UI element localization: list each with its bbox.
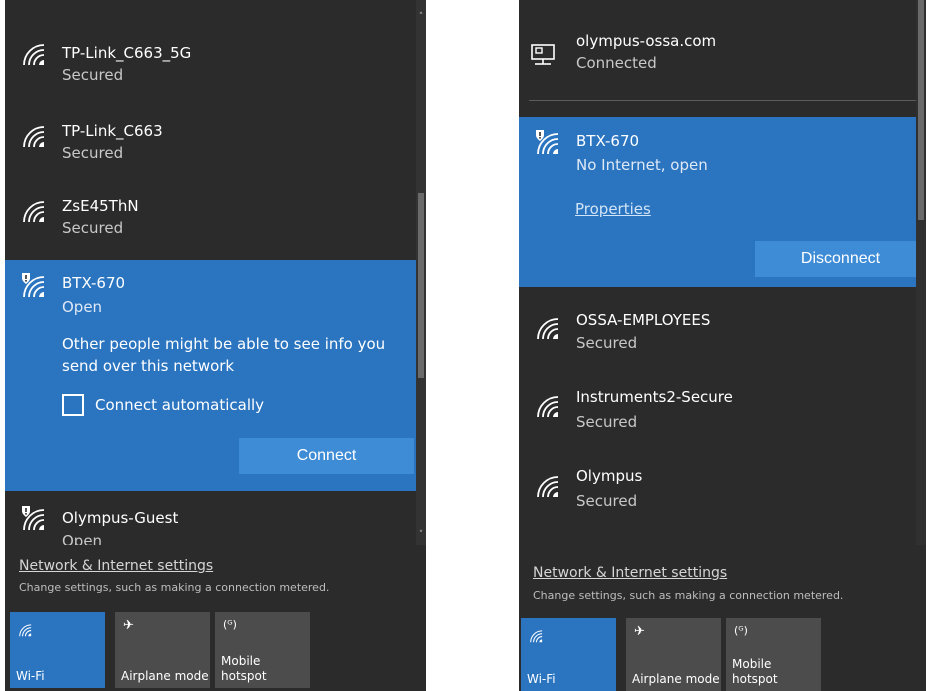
network-list: olympus-ossa.com Connected BTX-670 No In… xyxy=(519,0,926,545)
network-status: Open xyxy=(62,298,103,316)
network-name: TP-Link_C663_5G xyxy=(62,44,192,62)
quick-action-mobile-hotspot[interactable]: (ᴳ) Mobile hotspot xyxy=(215,612,310,688)
quick-action-label: Mobile hotspot xyxy=(732,657,778,686)
hotspot-icon: (ᴳ) xyxy=(734,624,748,637)
connect-automatically-checkbox[interactable] xyxy=(62,394,84,416)
wifi-icon xyxy=(535,392,563,420)
scrollbar[interactable]: ˄ ˅ xyxy=(416,0,426,545)
scroll-up-icon[interactable]: ˄ xyxy=(416,12,426,22)
quick-action-airplane-mode[interactable]: ✈ Airplane mode xyxy=(115,612,210,688)
network-list: TP-Link_C663_5G Secured TP-Link_C663 Sec… xyxy=(5,0,426,545)
network-name: BTX-670 xyxy=(576,132,640,150)
network-item-selected[interactable]: BTX-670 Open Other people might be able … xyxy=(5,260,426,491)
scroll-down-icon[interactable]: ˅ xyxy=(416,530,426,540)
wifi-unsecured-icon xyxy=(21,505,49,533)
network-name: OSSA-EMPLOYEES xyxy=(576,311,711,329)
network-name: BTX-670 xyxy=(62,274,126,292)
wifi-icon xyxy=(529,628,545,644)
network-settings-link[interactable]: Network & Internet settings xyxy=(19,558,213,574)
ethernet-icon xyxy=(529,42,557,70)
airplane-icon: ✈ xyxy=(634,624,645,639)
network-name: TP-Link_C663 xyxy=(62,122,163,140)
wifi-icon xyxy=(535,314,563,342)
quick-action-wifi[interactable]: Wi-Fi xyxy=(521,618,616,691)
quick-action-airplane-mode[interactable]: ✈ Airplane mode xyxy=(626,618,721,691)
quick-action-label: Wi-Fi xyxy=(16,669,45,683)
quick-action-label: Airplane mode xyxy=(121,669,209,683)
quick-action-mobile-hotspot[interactable]: (ᴳ) Mobile hotspot xyxy=(726,618,821,691)
wifi-icon xyxy=(21,197,49,225)
network-item[interactable]: Olympus-Guest Open xyxy=(5,491,426,545)
network-item[interactable]: Instruments2-Secure Secured xyxy=(519,378,926,453)
network-name: olympus-ossa.com xyxy=(576,32,717,50)
wifi-unsecured-icon xyxy=(535,129,563,157)
wired-connection-item[interactable]: olympus-ossa.com Connected xyxy=(519,0,926,100)
network-status: Secured xyxy=(62,66,124,84)
airplane-icon: ✈ xyxy=(123,618,134,633)
wifi-icon xyxy=(18,622,34,638)
wifi-icon xyxy=(535,472,563,500)
network-item[interactable]: TP-Link_C663_5G Secured xyxy=(5,0,426,85)
network-status: Secured xyxy=(576,492,638,510)
network-item-selected[interactable]: BTX-670 No Internet, open Properties Dis… xyxy=(519,117,926,287)
network-name: Olympus-Guest xyxy=(62,509,179,527)
network-name: ZsE45ThN xyxy=(62,197,139,215)
properties-link[interactable]: Properties xyxy=(575,200,651,218)
network-settings-link[interactable]: Network & Internet settings xyxy=(533,565,727,581)
network-name: Instruments2-Secure xyxy=(576,388,733,406)
network-status: Open xyxy=(62,532,103,545)
quick-action-label: Mobile hotspot xyxy=(221,654,267,683)
connect-automatically-label: Connect automatically xyxy=(95,396,265,414)
network-item[interactable]: Olympus Secured xyxy=(519,458,926,533)
wifi-icon xyxy=(21,40,49,68)
right-network-flyout: olympus-ossa.com Connected BTX-670 No In… xyxy=(519,0,926,691)
quick-action-wifi[interactable]: Wi-Fi xyxy=(10,612,105,688)
network-status: Secured xyxy=(576,334,638,352)
scrollbar-thumb[interactable] xyxy=(418,193,424,378)
left-network-flyout: TP-Link_C663_5G Secured TP-Link_C663 Sec… xyxy=(5,0,426,691)
network-name: Olympus xyxy=(576,467,643,485)
divider xyxy=(529,100,916,101)
hotspot-icon: (ᴳ) xyxy=(223,618,237,631)
quick-action-label: Wi-Fi xyxy=(527,672,556,686)
wifi-icon xyxy=(21,122,49,150)
network-settings-description: Change settings, such as making a connec… xyxy=(19,581,330,594)
network-status: Connected xyxy=(576,54,657,72)
network-status: Secured xyxy=(62,144,124,162)
disconnect-button[interactable]: Disconnect xyxy=(755,241,926,277)
scrollbar[interactable] xyxy=(916,0,926,545)
network-status: Secured xyxy=(576,413,638,431)
connect-button[interactable]: Connect xyxy=(239,438,414,474)
wifi-unsecured-icon xyxy=(21,272,49,300)
security-warning-text: Other people might be able to see info y… xyxy=(62,335,386,375)
quick-action-label: Airplane mode xyxy=(632,672,720,686)
network-status: Secured xyxy=(62,219,124,237)
network-item[interactable]: ZsE45ThN Secured xyxy=(5,185,426,260)
scrollbar-thumb[interactable] xyxy=(918,0,924,220)
network-status: No Internet, open xyxy=(576,156,708,174)
network-item[interactable]: OSSA-EMPLOYEES Secured xyxy=(519,300,926,375)
network-settings-description: Change settings, such as making a connec… xyxy=(533,589,844,602)
network-item[interactable]: TP-Link_C663 Secured xyxy=(5,110,426,185)
